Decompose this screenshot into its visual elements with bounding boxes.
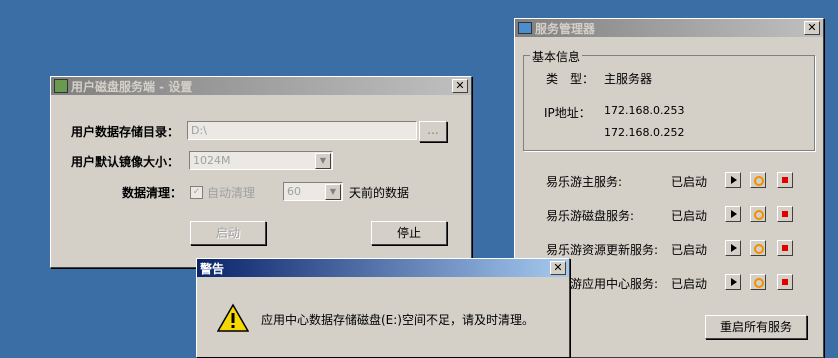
service-status: 已启动: [671, 175, 708, 189]
close-icon[interactable]: ✕: [804, 21, 820, 35]
settings-title-bar[interactable]: 用户磁盘服务端 - 设置 ✕: [51, 77, 471, 95]
type-value: 主服务器: [604, 72, 653, 86]
settings-window: 用户磁盘服务端 - 设置 ✕ 用户数据存储目录： D:\ ... 用户默认镜像大…: [50, 76, 472, 268]
stop-service-icon[interactable]: [777, 172, 793, 188]
app-icon: [54, 79, 68, 93]
service-status: 已启动: [671, 243, 708, 257]
image-size-value: 1024M: [193, 154, 231, 167]
warning-title: 警告: [200, 261, 225, 276]
auto-clean-checkbox[interactable]: ✓: [190, 186, 203, 199]
warning-message: 应用中心数据存储磁盘(E:)空间不足，请及时清理。: [261, 313, 534, 327]
auto-clean-label: 自动清理: [207, 186, 256, 200]
service-status: 已启动: [671, 209, 708, 223]
cleanup-label: 数据清理：: [122, 186, 183, 200]
stop-service-icon[interactable]: [777, 206, 793, 222]
service-name: 易乐游资源更新服务:: [546, 243, 659, 257]
start-service-icon[interactable]: [725, 206, 741, 222]
basic-info-group: 基本信息 类 型： 主服务器 IP地址： 172.168.0.253 172.1…: [523, 48, 815, 151]
service-status: 已启动: [671, 277, 708, 291]
start-service-icon[interactable]: [725, 274, 741, 290]
service-manager-title-bar[interactable]: 服务管理器 ✕: [515, 19, 823, 37]
settings-title: 用户磁盘服务端 - 设置: [71, 79, 193, 94]
stop-button[interactable]: 停止: [371, 221, 447, 245]
storage-label: 用户数据存储目录：: [71, 125, 180, 139]
browse-button[interactable]: ...: [419, 121, 447, 142]
service-name: 易乐游主服务:: [546, 175, 623, 189]
restart-all-button[interactable]: 重启所有服务: [705, 315, 807, 339]
warning-title-bar[interactable]: 警告 ✕: [197, 259, 569, 277]
ip-label: IP地址：: [544, 106, 591, 120]
chevron-down-icon[interactable]: ▼: [325, 184, 341, 200]
storage-path-field[interactable]: D:\: [187, 121, 417, 140]
restart-service-icon[interactable]: [750, 172, 766, 188]
close-icon[interactable]: ✕: [452, 79, 468, 93]
service-manager-title: 服务管理器: [535, 21, 596, 36]
basic-info-group-label: 基本信息: [530, 48, 583, 65]
stop-service-icon[interactable]: [777, 274, 793, 290]
monitor-icon: [518, 22, 532, 34]
start-service-icon[interactable]: [725, 240, 741, 256]
start-button[interactable]: 启动: [190, 221, 266, 245]
image-size-label: 用户默认镜像大小：: [71, 155, 180, 169]
start-service-icon[interactable]: [725, 172, 741, 188]
warning-icon: [217, 303, 249, 332]
stop-service-icon[interactable]: [777, 240, 793, 256]
close-icon[interactable]: ✕: [550, 261, 566, 275]
storage-path-value: D:\: [191, 124, 207, 137]
warning-dialog: 警告 ✕ 应用中心数据存储磁盘(E:)空间不足，请及时清理。: [196, 258, 570, 357]
days-suffix: 天前的数据: [349, 186, 410, 200]
type-label: 类 型：: [546, 72, 595, 86]
restart-service-icon[interactable]: [750, 240, 766, 256]
image-size-select[interactable]: 1024M ▼: [189, 151, 333, 170]
days-value: 60: [287, 185, 301, 198]
ip-value: 172.168.0.253: [604, 104, 685, 117]
restart-service-icon[interactable]: [750, 206, 766, 222]
ip-value: 172.168.0.252: [604, 126, 685, 139]
chevron-down-icon[interactable]: ▼: [315, 153, 331, 169]
restart-service-icon[interactable]: [750, 274, 766, 290]
service-name: 易乐游磁盘服务:: [546, 209, 635, 223]
days-select[interactable]: 60 ▼: [283, 182, 343, 201]
